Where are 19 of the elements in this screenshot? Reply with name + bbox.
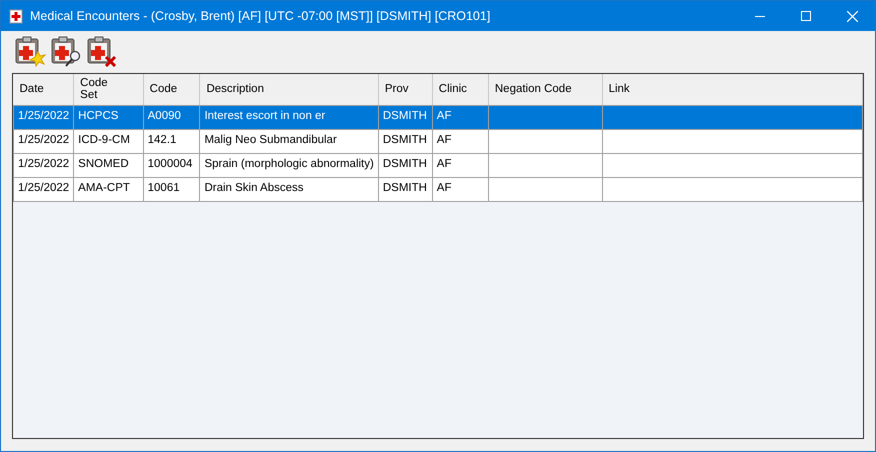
- table-row[interactable]: 1/25/2022 SNOMED 1000004 Sprain (morphologic abnormality) DSMITH AF: [14, 153, 862, 177]
- column-header[interactable]: Prov: [378, 74, 432, 105]
- app-icon: [9, 8, 23, 24]
- close-icon[interactable]: [846, 10, 858, 22]
- column-header[interactable]: Code Set: [74, 74, 144, 105]
- column-header[interactable]: Clinic: [432, 74, 488, 105]
- maximize-icon[interactable]: [801, 11, 811, 21]
- delete-record-icon[interactable]: [85, 35, 118, 67]
- table-row[interactable]: 1/25/2022 ICD-9-CM 142.1 Malig Neo Submandibular DSMITH AF: [14, 129, 862, 153]
- column-header[interactable]: Code: [143, 74, 200, 105]
- column-header[interactable]: Description: [200, 74, 378, 105]
- column-header[interactable]: Date: [14, 74, 74, 105]
- search-record-icon[interactable]: [49, 35, 82, 67]
- add-record-icon[interactable]: [13, 35, 46, 67]
- column-header[interactable]: Negation Code: [488, 74, 602, 105]
- table-row[interactable]: 1/25/2022 HCPCS A0090 Interest escort in non er DSMITH AF: [14, 105, 862, 129]
- column-header[interactable]: Link: [602, 74, 862, 105]
- table-row[interactable]: 1/25/2022 AMA-CPT 10061 Drain Skin Abscess DSMITH AF: [14, 177, 862, 201]
- window-title: Medical Encounters - (Crosby, Brent) [AF] [UTC -07:00 [MST]] [DSMITH] [CRO101]: [30, 8, 490, 25]
